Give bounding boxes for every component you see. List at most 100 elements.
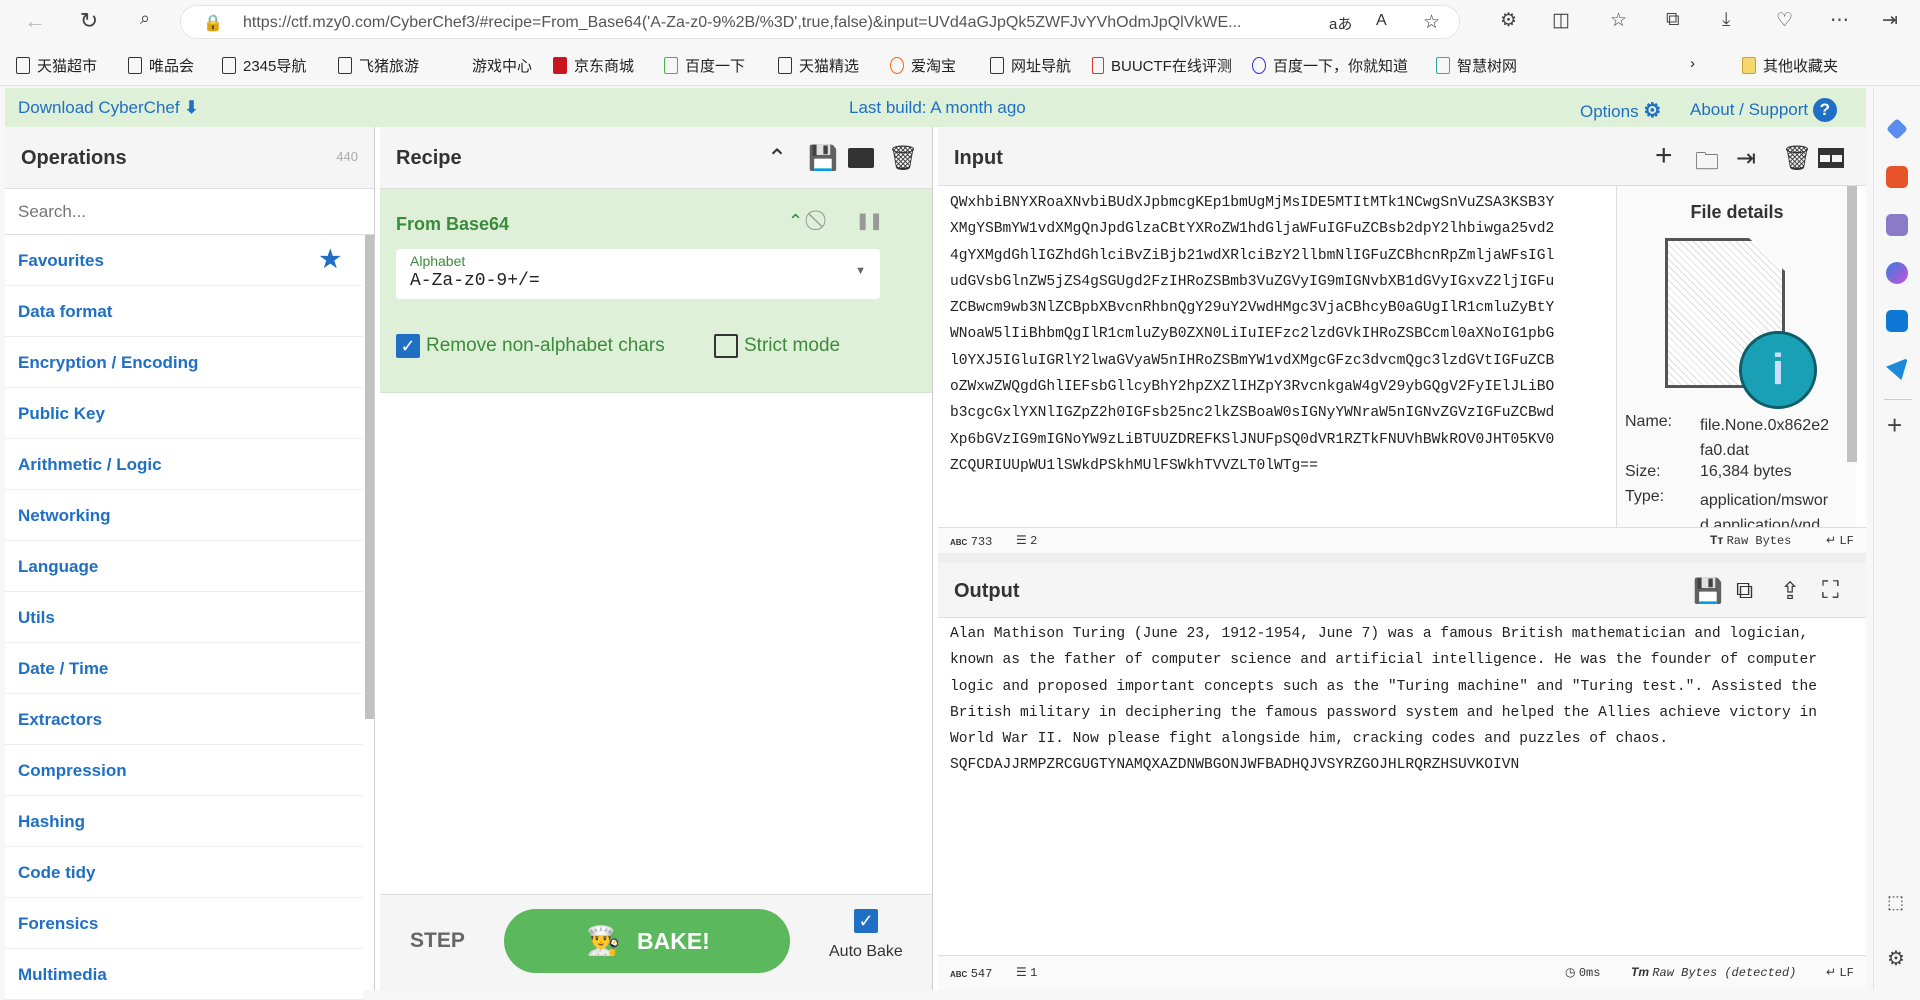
- bookmark[interactable]: 京东商城: [553, 55, 634, 76]
- io-panel: Input + 🗀 ⇥ 🗑 QWxhbiBNYXRoaXNvbiBUdXJpbm…: [938, 127, 1866, 990]
- favorites-icon[interactable]: ☆: [1610, 9, 1627, 32]
- bookmark[interactable]: 游戏中心: [472, 55, 532, 76]
- health-icon[interactable]: ♡: [1776, 9, 1793, 32]
- category-hashing[interactable]: Hashing: [5, 796, 363, 847]
- split-screen-icon[interactable]: ◫: [1552, 9, 1570, 32]
- category-extractors[interactable]: Extractors: [5, 694, 363, 745]
- url-text[interactable]: https://ctf.mzy0.com/CyberChef3/#recipe=…: [243, 14, 1313, 32]
- read-aloud-icon[interactable]: aあ: [1329, 13, 1352, 34]
- output-eol[interactable]: ↵ LF: [1826, 965, 1854, 980]
- tag-icon[interactable]: [1886, 118, 1908, 140]
- operations-search-input[interactable]: [5, 189, 374, 235]
- open-file-icon[interactable]: ⇥: [1736, 144, 1756, 173]
- category-forensics[interactable]: Forensics: [5, 898, 363, 949]
- star-icon[interactable]: ★: [319, 245, 341, 274]
- toolbox-icon[interactable]: [1886, 166, 1908, 188]
- games-icon[interactable]: [1886, 214, 1908, 236]
- bake-button[interactable]: 👨‍🍳 BAKE!: [504, 909, 790, 973]
- bake-area: STEP 👨‍🍳 BAKE! ✓ Auto Bake: [380, 894, 932, 990]
- maximize-icon[interactable]: ⛶: [1822, 577, 1839, 605]
- save-icon[interactable]: 💾: [808, 144, 838, 173]
- bookmark[interactable]: 百度一下，你就知道: [1252, 55, 1408, 76]
- output-lines: ☰ 1: [1016, 965, 1038, 980]
- bookmark[interactable]: 天猫超市: [16, 55, 97, 76]
- folder-icon[interactable]: [848, 148, 874, 168]
- bookmark[interactable]: 智慧树网: [1436, 55, 1517, 76]
- add-icon[interactable]: +: [1887, 410, 1902, 441]
- back-icon[interactable]: ←: [20, 8, 50, 34]
- io-divider[interactable]: [938, 553, 1866, 563]
- copy-icon[interactable]: ⧉: [1736, 577, 1753, 605]
- more-bookmarks-icon[interactable]: ›: [1690, 55, 1695, 72]
- bookmark[interactable]: 唯品会: [128, 55, 194, 76]
- category-multimedia[interactable]: Multimedia: [5, 949, 363, 1000]
- auto-bake-checkbox[interactable]: ✓: [854, 909, 878, 933]
- category-data-format[interactable]: Data format: [5, 286, 363, 337]
- category-code-tidy[interactable]: Code tidy: [5, 847, 363, 898]
- address-bar[interactable]: 🔒 https://ctf.mzy0.com/CyberChef3/#recip…: [180, 5, 1460, 39]
- bookmark[interactable]: 飞猪旅游: [338, 55, 419, 76]
- alphabet-select[interactable]: Alphabet A-Za-z0-9+/= ▼: [396, 249, 880, 299]
- extensions-icon[interactable]: ⚙: [1500, 9, 1517, 32]
- bake-label: BAKE!: [637, 928, 710, 954]
- chevron-up-icon[interactable]: ⌃: [767, 144, 787, 173]
- add-tab-icon[interactable]: +: [1655, 139, 1673, 173]
- bookmark[interactable]: 网址导航: [990, 55, 1071, 76]
- divider: [1884, 399, 1912, 400]
- bookmark[interactable]: 百度一下: [664, 55, 745, 76]
- save-icon[interactable]: 💾: [1693, 577, 1723, 606]
- send-icon[interactable]: [1886, 358, 1908, 380]
- category-compression[interactable]: Compression: [5, 745, 363, 796]
- operations-title: Operations: [21, 147, 127, 169]
- options-link[interactable]: Options ⚙: [1580, 98, 1661, 123]
- download-cyberchef-link[interactable]: Download CyberChef ⬇: [18, 98, 199, 118]
- category-language[interactable]: Language: [5, 541, 363, 592]
- operations-scrollbar[interactable]: [365, 235, 374, 719]
- search-icon[interactable]: ⌕: [130, 8, 160, 29]
- outlook-icon[interactable]: [1886, 310, 1908, 332]
- category-networking[interactable]: Networking: [5, 490, 363, 541]
- copilot-icon[interactable]: [1886, 262, 1908, 284]
- open-folder-icon[interactable]: 🗀: [1695, 144, 1719, 185]
- settings-icon[interactable]: ⚙: [1887, 946, 1905, 971]
- more-icon[interactable]: ⋯: [1830, 9, 1849, 32]
- input-textarea[interactable]: QWxhbiBNYXRoaXNvbiBUdXJpbmcgKEp1bmUgMjMs…: [950, 190, 1610, 479]
- download-icon[interactable]: ⤓: [1722, 9, 1730, 31]
- output-text[interactable]: Alan Mathison Turing (June 23, 1912-1954…: [950, 621, 1850, 779]
- bookmark[interactable]: 爱淘宝: [890, 55, 956, 76]
- output-encoding[interactable]: Tт Raw Bytes (detected): [1631, 965, 1796, 980]
- trash-icon[interactable]: 🗑: [1782, 144, 1812, 173]
- input-encoding[interactable]: Tт Raw Bytes: [1710, 533, 1791, 548]
- pause-icon[interactable]: ❚❚: [856, 211, 883, 231]
- collections-icon[interactable]: ⧉: [1666, 9, 1680, 31]
- input-eol[interactable]: ↵ LF: [1826, 533, 1854, 548]
- category-utils[interactable]: Utils: [5, 592, 363, 643]
- bookmarks-bar: 天猫超市 唯品会 2345导航 飞猪旅游 游戏中心 京东商城 百度一下 天猫精选…: [0, 44, 1920, 86]
- category-arithmetic-logic[interactable]: Arithmetic / Logic: [5, 439, 363, 490]
- category-encryption-encoding[interactable]: Encryption / Encoding: [5, 337, 363, 388]
- collapse-icon[interactable]: ⌃: [788, 211, 803, 232]
- bookmark[interactable]: 2345导航: [222, 55, 306, 76]
- replace-input-icon[interactable]: ⇪: [1780, 577, 1800, 606]
- page-icon: [338, 57, 352, 74]
- text-icon[interactable]: A: [1376, 12, 1387, 30]
- layout-icon[interactable]: [1818, 148, 1844, 168]
- cyberchef-app: Operations 440 Favourites ★ Data format Enc…: [5, 127, 1866, 1000]
- category-public-key[interactable]: Public Key: [5, 388, 363, 439]
- screenshot-icon[interactable]: ⬚: [1887, 892, 1904, 913]
- browser-toolbar: ← ↻ ⌕ 🔒 https://ctf.mzy0.com/CyberChef3/…: [0, 0, 1920, 44]
- sidebar-toggle-icon[interactable]: ⇥: [1882, 9, 1898, 32]
- trash-icon[interactable]: 🗑: [888, 144, 918, 173]
- bookmark[interactable]: BUUCTF在线评测: [1092, 55, 1232, 76]
- about-support-link[interactable]: About / Support ?: [1690, 98, 1837, 122]
- bookmark[interactable]: 天猫精选: [778, 55, 859, 76]
- star-icon[interactable]: ☆: [1423, 11, 1440, 34]
- strict-mode-checkbox[interactable]: [714, 334, 738, 358]
- refresh-icon[interactable]: ↻: [74, 8, 104, 34]
- other-bookmarks[interactable]: 其他收藏夹: [1742, 55, 1838, 76]
- file-details-scrollbar[interactable]: [1847, 186, 1857, 462]
- step-button[interactable]: STEP: [410, 929, 465, 953]
- category-date-time[interactable]: Date / Time: [5, 643, 363, 694]
- category-favourites[interactable]: Favourites ★: [5, 235, 363, 286]
- remove-nonalpha-checkbox[interactable]: ✓: [396, 334, 420, 358]
